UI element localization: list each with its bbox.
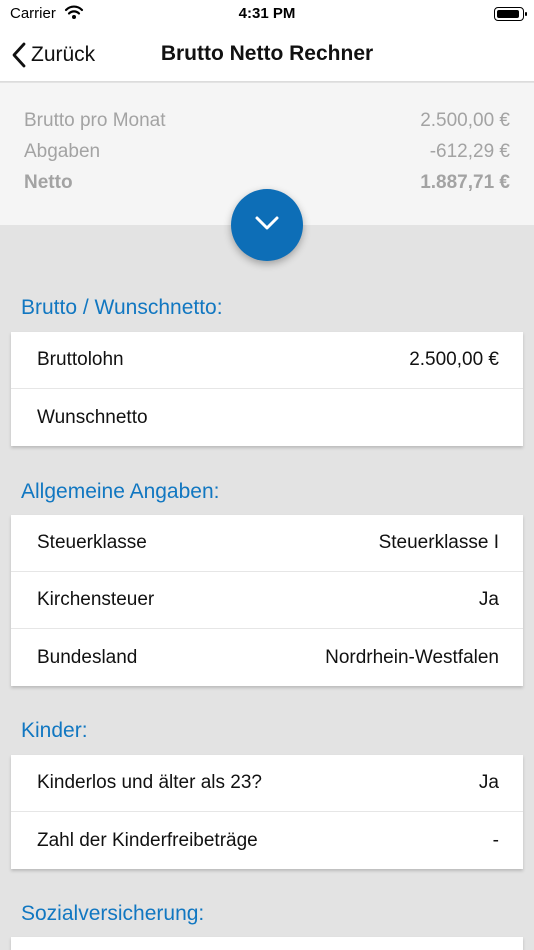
row-label: Kinderlos und älter als 23? bbox=[37, 772, 262, 793]
row-value: - bbox=[492, 829, 499, 851]
row-value: Nordrhein-Westfalen bbox=[325, 646, 499, 668]
navigation-bar: Zurück Brutto Netto Rechner bbox=[0, 28, 534, 82]
row-kirchensteuer[interactable]: Kirchensteuer Ja bbox=[11, 572, 523, 629]
summary-netto-value: 1.887,71 € bbox=[420, 172, 510, 193]
card-brutto: Bruttolohn 2.500,00 € Wunschnetto bbox=[11, 332, 523, 446]
card-kinder: Kinderlos und älter als 23? Ja Zahl der … bbox=[11, 755, 523, 869]
row-bundesland[interactable]: Bundesland Nordrhein-Westfalen bbox=[11, 629, 523, 686]
section-title-brutto: Brutto / Wunschnetto: bbox=[21, 296, 223, 319]
row-kinderfreibetraege[interactable]: Zahl der Kinderfreibeträge - bbox=[11, 812, 523, 869]
card-sozial bbox=[11, 937, 523, 950]
card-allgemein: Steuerklasse Steuerklasse I Kirchensteue… bbox=[11, 515, 523, 686]
row-label: Steuerklasse bbox=[37, 532, 147, 553]
section-title-sozial: Sozialversicherung: bbox=[21, 902, 205, 925]
summary-brutto-value: 2.500,00 € bbox=[420, 110, 510, 131]
summary-abgaben-value: -612,29 € bbox=[429, 141, 510, 162]
page-title: Brutto Netto Rechner bbox=[160, 42, 374, 65]
row-label: Kirchensteuer bbox=[37, 589, 155, 610]
expand-summary-button[interactable] bbox=[231, 189, 303, 261]
row-bruttolohn[interactable]: Bruttolohn 2.500,00 € bbox=[11, 332, 523, 389]
section-title-kinder: Kinder: bbox=[21, 719, 88, 742]
status-time: 4:31 PM bbox=[238, 5, 296, 22]
row-wunschnetto[interactable]: Wunschnetto bbox=[11, 389, 523, 446]
chevron-down-icon bbox=[254, 215, 280, 236]
status-bar: Carrier 4:31 PM bbox=[0, 0, 534, 28]
row-value: Ja bbox=[478, 772, 499, 793]
summary-row-brutto: Brutto pro Monat 2.500,00 € bbox=[24, 107, 510, 135]
battery-icon bbox=[494, 7, 527, 21]
section-title-allgemein: Allgemeine Angaben: bbox=[21, 480, 220, 503]
row-value: Steuerklasse I bbox=[378, 532, 499, 553]
row-steuerklasse[interactable]: Steuerklasse Steuerklasse I bbox=[11, 515, 523, 572]
row-label: Bundesland bbox=[37, 646, 138, 668]
row-label: Zahl der Kinderfreibeträge bbox=[37, 829, 258, 851]
row-value: 2.500,00 € bbox=[409, 349, 499, 370]
row-value: Ja bbox=[478, 589, 499, 610]
summary-row-abgaben: Abgaben -612,29 € bbox=[24, 138, 510, 166]
row-label: Wunschnetto bbox=[37, 406, 148, 428]
summary-abgaben-label: Abgaben bbox=[24, 141, 101, 162]
row-label: Bruttolohn bbox=[37, 349, 124, 370]
summary-brutto-label: Brutto pro Monat bbox=[24, 110, 166, 131]
row-kinderlos[interactable]: Kinderlos und älter als 23? Ja bbox=[11, 755, 523, 812]
summary-netto-label: Netto bbox=[24, 172, 73, 193]
